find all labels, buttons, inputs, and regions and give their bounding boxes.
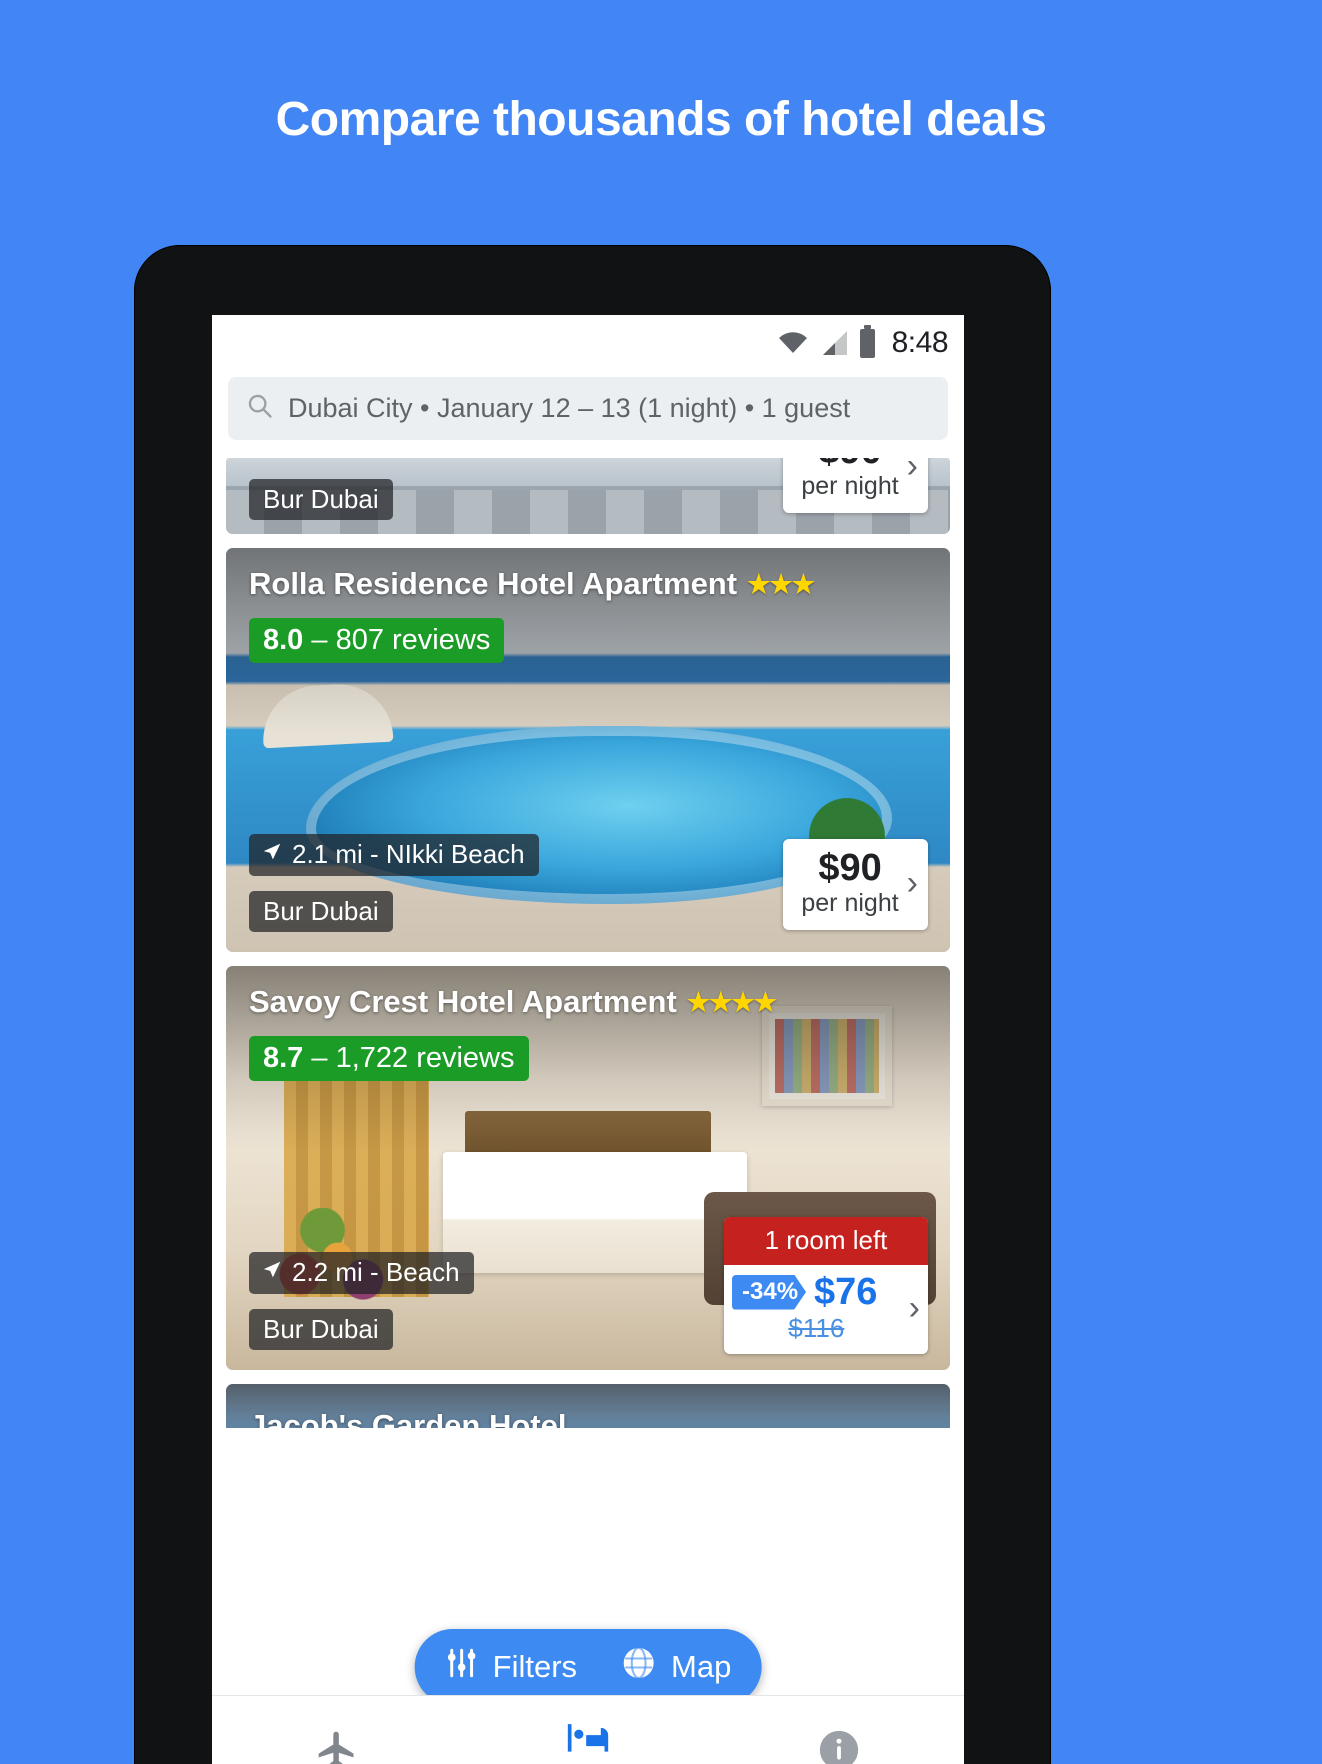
page-title: Compare thousands of hotel deals xyxy=(275,93,1047,146)
nav-item-info[interactable] xyxy=(713,1727,964,1764)
hotel-review-count: – 807 reviews xyxy=(311,624,491,656)
hotel-price-unit: per night xyxy=(801,889,899,917)
hotel-name-row: Jacob's Garden Hotel xyxy=(249,1408,932,1428)
navigation-arrow-icon xyxy=(261,839,283,870)
filters-button[interactable]: Filters xyxy=(423,1629,599,1705)
hotel-price-box[interactable]: $90 per night › xyxy=(783,839,928,930)
hotel-score-value: 8.7 xyxy=(263,1042,304,1074)
search-input[interactable]: Dubai City • January 12 – 13 (1 night) •… xyxy=(228,377,948,440)
status-bar: 8:48 xyxy=(212,315,964,371)
hotel-card[interactable]: Rolla Residence Hotel Apartment ★★★ 8.0 … xyxy=(226,548,950,952)
hotel-area-badge: Bur Dubai xyxy=(249,891,393,932)
phone-mockup: 8:48 Dubai City • January 12 – 13 (1 nig… xyxy=(134,245,1051,1764)
hotel-price: $90 xyxy=(801,458,898,472)
nav-item-hotels[interactable]: Hotels xyxy=(463,1715,714,1764)
info-icon xyxy=(816,1727,862,1764)
globe-icon xyxy=(604,1645,657,1689)
search-icon xyxy=(246,392,274,425)
hotel-review-count: – 1,722 reviews xyxy=(311,1042,515,1074)
cell-signal-icon xyxy=(819,330,849,356)
sliders-icon xyxy=(445,1646,479,1688)
chevron-right-icon: › xyxy=(906,458,918,485)
search-query-text: Dubai City • January 12 – 13 (1 night) •… xyxy=(288,393,851,423)
search-bar-container: Dubai City • January 12 – 13 (1 night) •… xyxy=(212,371,964,458)
hotel-price-unit: per night xyxy=(801,471,899,500)
hotel-review-score-badge: 8.0 – 807 reviews xyxy=(249,618,505,663)
hotel-price: $76 xyxy=(814,1271,878,1313)
hotel-card[interactable]: Bur Dubai $90 per night › xyxy=(226,458,950,534)
hotel-area-badge: Bur Dubai xyxy=(249,1309,393,1350)
hotel-name: Savoy Crest Hotel Apartment xyxy=(249,984,677,1019)
floating-action-bar: Filters Map xyxy=(414,1629,762,1705)
hotel-card[interactable]: Jacob's Garden Hotel xyxy=(226,1384,950,1428)
hotel-name: Rolla Residence Hotel Apartment xyxy=(249,566,738,601)
hotel-distance-badge: 2.1 mi - NIkki Beach xyxy=(249,834,539,876)
nav-item-flights[interactable] xyxy=(212,1728,463,1764)
bottom-navigation: Hotels xyxy=(212,1695,964,1764)
hotel-original-price: $116 xyxy=(788,1313,845,1343)
hotel-review-score-badge: 8.7 – 1,722 reviews xyxy=(249,1036,529,1081)
hotel-price: $90 xyxy=(818,847,882,890)
discount-badge: -34% xyxy=(732,1274,807,1310)
map-label: Map xyxy=(671,1649,732,1684)
battery-icon xyxy=(859,324,875,358)
hotel-card[interactable]: Savoy Crest Hotel Apartment ★★★★ 8.7 – 1… xyxy=(226,966,950,1370)
chevron-right-icon: › xyxy=(908,1289,920,1327)
hotel-results-list[interactable]: Bur Dubai $90 per night › xyxy=(212,458,964,1428)
phone-screen: 8:48 Dubai City • January 12 – 13 (1 nig… xyxy=(212,315,964,1764)
hotel-star-rating: ★★★ xyxy=(747,568,815,599)
hotel-price-box[interactable]: $90 per night › xyxy=(783,458,928,513)
hotel-distance-text: 2.1 mi - NIkki Beach xyxy=(292,839,525,869)
hotel-name-row: Savoy Crest Hotel Apartment ★★★★ xyxy=(249,984,932,1020)
hotel-area-badge: Bur Dubai xyxy=(249,479,393,520)
filters-label: Filters xyxy=(492,1649,578,1684)
airplane-icon xyxy=(315,1728,359,1764)
hotel-star-rating: ★★★★ xyxy=(686,986,777,1017)
chevron-right-icon: › xyxy=(906,864,918,903)
status-bar-time: 8:48 xyxy=(891,326,949,359)
hotel-distance-badge: 2.2 mi - Beach xyxy=(249,1252,474,1294)
rooms-left-badge: 1 room left xyxy=(724,1217,928,1265)
hotel-distance-text: 2.2 mi - Beach xyxy=(292,1257,460,1287)
hotel-deal-price-box[interactable]: 1 room left -34% $76 $116 › xyxy=(724,1217,928,1354)
hotel-score-value: 8.0 xyxy=(263,624,304,656)
hotel-name: Jacob's Garden Hotel xyxy=(249,1408,567,1428)
wifi-icon xyxy=(778,331,808,355)
bed-icon xyxy=(566,1715,610,1764)
navigation-arrow-icon xyxy=(261,1257,283,1288)
map-button[interactable]: Map xyxy=(599,1629,753,1705)
hotel-name-row: Rolla Residence Hotel Apartment ★★★ xyxy=(249,566,932,602)
